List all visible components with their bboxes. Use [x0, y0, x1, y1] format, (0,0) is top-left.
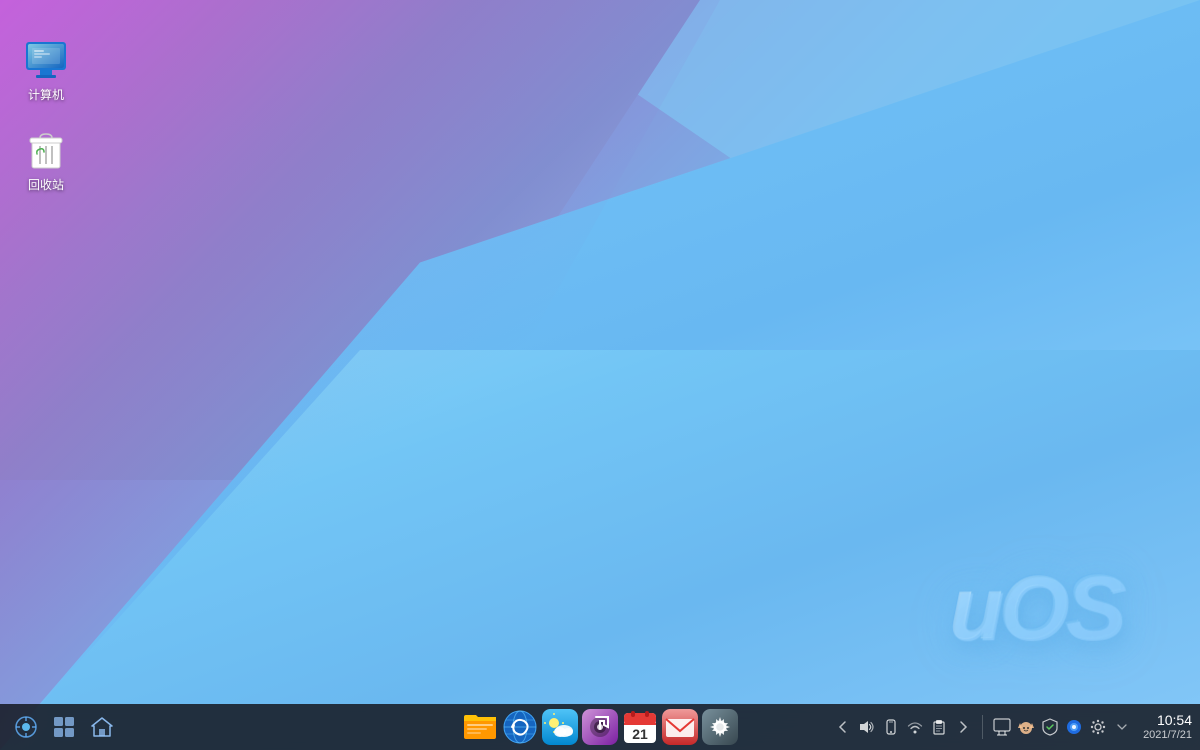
tray-collapse[interactable] [1111, 716, 1133, 738]
tray-expand-right[interactable] [952, 716, 974, 738]
email-icon [662, 709, 698, 745]
tray-volume[interactable] [856, 716, 878, 738]
clock-time: 10:54 [1157, 712, 1192, 729]
gear-icon [1089, 718, 1107, 736]
expand-right-icon [956, 720, 970, 734]
tray-clipboard[interactable] [928, 716, 950, 738]
weather-icon [542, 709, 578, 745]
tray-monitor[interactable] [991, 716, 1013, 738]
monitor-icon [993, 718, 1011, 736]
app-tray [991, 716, 1133, 738]
launcher-icon [15, 716, 37, 738]
security-icon [1041, 718, 1059, 736]
sys-tray [832, 716, 974, 738]
cat-icon [1017, 718, 1035, 736]
dock-music[interactable] [582, 709, 618, 745]
dock-settings[interactable] [702, 709, 738, 745]
tray-phone[interactable] [880, 716, 902, 738]
music-icon [582, 709, 618, 745]
taskbar-right: 10:54 2021/7/21 [832, 712, 1192, 742]
computer-icon-image [22, 36, 70, 84]
network-icon [907, 719, 923, 735]
phone-icon [883, 719, 899, 735]
files-icon [462, 709, 498, 745]
tray-cat[interactable] [1015, 716, 1037, 738]
tray-gear[interactable] [1087, 716, 1109, 738]
computer-svg [22, 36, 70, 84]
taskbar: 21 [0, 704, 1200, 750]
calendar-icon: 21 [622, 709, 658, 745]
volume-icon [859, 719, 875, 735]
expand-left-icon [836, 720, 850, 734]
dock-files[interactable] [462, 709, 498, 745]
recycle-icon-label: 回收站 [28, 178, 64, 194]
dock-calendar[interactable]: 21 [622, 709, 658, 745]
tray-blue-circle[interactable] [1063, 716, 1085, 738]
taskbar-multitask[interactable] [46, 709, 82, 745]
desktop-icon-computer[interactable]: 计算机 [10, 30, 82, 110]
dock-weather[interactable] [542, 709, 578, 745]
browser-icon [502, 709, 538, 745]
multitask-icon [53, 716, 75, 738]
tray-separator [982, 715, 983, 739]
tray-network[interactable] [904, 716, 926, 738]
clock-date: 2021/7/21 [1143, 729, 1192, 742]
clipboard-icon [931, 719, 947, 735]
computer-icon-label: 计算机 [28, 88, 64, 104]
taskbar-left [8, 709, 120, 745]
desktop-icon-recycle[interactable]: 回收站 [10, 120, 82, 200]
tray-security[interactable] [1039, 716, 1061, 738]
settings-icon [702, 709, 738, 745]
taskbar-center: 21 [462, 709, 738, 745]
collapse-icon [1115, 720, 1129, 734]
uos-logo: uOS [949, 555, 1122, 660]
dock-email[interactable] [662, 709, 698, 745]
tray-expand-left[interactable] [832, 716, 854, 738]
clock-area[interactable]: 10:54 2021/7/21 [1143, 712, 1192, 742]
blue-circle-icon [1065, 718, 1083, 736]
trash-svg [22, 126, 70, 174]
svg-text:21: 21 [632, 726, 648, 742]
taskbar-launcher[interactable] [8, 709, 44, 745]
home-icon [91, 716, 113, 738]
recycle-icon-image [22, 126, 70, 174]
dock-browser[interactable] [502, 709, 538, 745]
desktop-icon-area: 计算机 回收站 [0, 20, 92, 209]
taskbar-home[interactable] [84, 709, 120, 745]
desktop: uOS [0, 0, 1200, 750]
